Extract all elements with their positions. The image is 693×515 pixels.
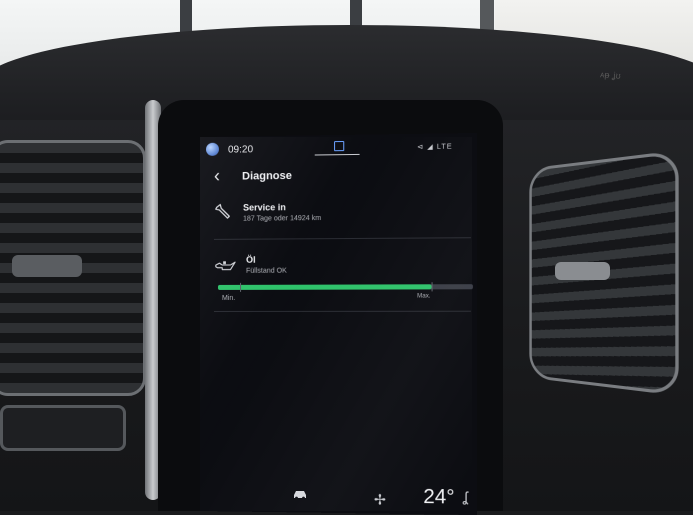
max-label: Max. [417,293,431,300]
min-label: Min. [221,294,236,302]
oil-status: Füllstand OK [246,267,287,275]
vent-knob-right [555,262,610,280]
service-detail: 187 Tage oder 14924 km [243,214,322,223]
oil-title: Öl [246,254,256,265]
lower-vent [0,405,126,451]
service-title: Service in [243,202,286,213]
oil-level-fill [217,284,432,290]
fan-icon[interactable]: ✢ [374,491,386,508]
connectivity-status: ⊲ ◢ LTE [417,143,453,152]
service-row[interactable]: Service in 187 Tage oder 14924 km [200,192,477,239]
wall-marking: ᴀᵽ ʝʊ [599,69,621,81]
climate-bar: ✢ 24° ʆ [200,477,477,515]
page-title: Diagnose [242,169,292,183]
max-marker [431,282,433,292]
oil-level-bar [217,282,474,292]
min-marker [240,282,242,292]
clock: 09:20 [227,144,254,156]
wrench-icon [214,203,230,219]
oil-row[interactable]: Öl Füllstand OK Min. Max. [200,243,477,317]
seat-heating-icon[interactable]: ʆ [463,488,468,504]
profile-avatar-icon[interactable] [205,142,219,156]
vent-knob-left [12,255,82,277]
car-icon[interactable] [292,488,308,500]
temperature-display[interactable]: 24° [423,486,454,510]
pull-down-handle[interactable] [314,153,360,156]
page-header: ‹ Diagnose [200,162,477,189]
status-bar: 09:20 ⊲ ◢ LTE [200,133,477,163]
app-indicator-icon[interactable] [334,140,345,152]
oil-can-icon [215,260,235,270]
chevron-left-icon[interactable]: ‹ [214,166,220,186]
infotainment-screen: 09:20 ⊲ ◢ LTE ‹ Diagnose Service in 187 … [200,132,478,515]
